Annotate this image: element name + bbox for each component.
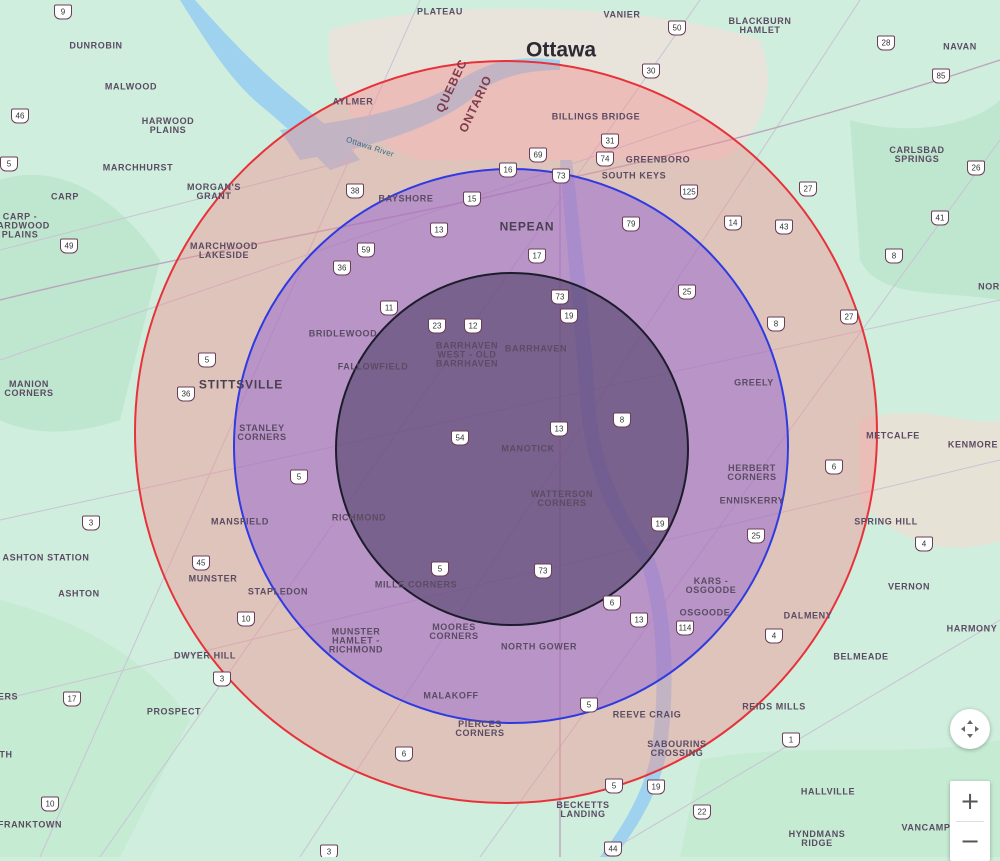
route-shield: 19 — [560, 308, 578, 324]
map-canvas[interactable]: Ottawa Ottawa River QUEBEC ONTARIO PLATE… — [0, 0, 1000, 857]
route-shield: 125 — [680, 184, 698, 200]
route-shield: 46 — [11, 108, 29, 124]
map-base-layer — [0, 0, 1000, 857]
route-shield: 13 — [430, 222, 448, 238]
route-shield: 9 — [54, 4, 72, 20]
route-shield: 17 — [528, 248, 546, 264]
route-shield: 8 — [613, 412, 631, 428]
route-shield: 3 — [320, 844, 338, 857]
route-shield: 3 — [82, 515, 100, 531]
route-shield: 27 — [840, 309, 858, 325]
route-shield: 36 — [333, 260, 351, 276]
route-shield: 28 — [877, 35, 895, 51]
route-shield: 22 — [693, 804, 711, 820]
route-shield: 73 — [534, 563, 552, 579]
recenter-icon — [961, 720, 979, 738]
route-shield: 36 — [177, 386, 195, 402]
route-shield: 73 — [552, 168, 570, 184]
route-shield: 45 — [192, 555, 210, 571]
route-shield: 41 — [931, 210, 949, 226]
route-shield: 19 — [647, 779, 665, 795]
route-shield: 13 — [630, 612, 648, 628]
route-shield: 5 — [431, 561, 449, 577]
route-shield: 5 — [580, 697, 598, 713]
route-shield: 8 — [885, 248, 903, 264]
route-shield: 11 — [380, 300, 398, 316]
route-shield: 74 — [596, 151, 614, 167]
route-shield: 6 — [825, 459, 843, 475]
route-shield: 38 — [346, 183, 364, 199]
route-shield: 50 — [668, 20, 686, 36]
route-shield: 26 — [967, 160, 985, 176]
route-shield: 15 — [463, 191, 481, 207]
route-shield: 4 — [765, 628, 783, 644]
route-shield: 79 — [622, 216, 640, 232]
route-shield: 30 — [642, 63, 660, 79]
route-shield: 23 — [428, 318, 446, 334]
route-shield: 19 — [651, 516, 669, 532]
route-shield: 69 — [529, 147, 547, 163]
route-shield: 13 — [550, 421, 568, 437]
route-shield: 10 — [41, 796, 59, 812]
route-shield: 6 — [603, 595, 621, 611]
route-shield: 54 — [451, 430, 469, 446]
route-shield: 8 — [767, 316, 785, 332]
route-shield: 43 — [775, 219, 793, 235]
route-shield: 44 — [604, 841, 622, 857]
inner-radius-ring — [335, 272, 689, 626]
route-shield: 27 — [799, 181, 817, 197]
zoom-in-button[interactable]: + — [950, 781, 990, 821]
zoom-out-button[interactable]: − — [950, 821, 990, 861]
route-shield: 49 — [60, 238, 78, 254]
route-shield: 12 — [464, 318, 482, 334]
route-shield: 1 — [782, 732, 800, 748]
route-shield: 25 — [678, 284, 696, 300]
route-shield: 5 — [605, 778, 623, 794]
zoom-control: + − — [950, 781, 990, 861]
route-shield: 5 — [290, 469, 308, 485]
forest-area — [850, 100, 1000, 300]
route-shield: 6 — [395, 746, 413, 762]
route-shield: 114 — [676, 620, 694, 636]
route-shield: 14 — [724, 215, 742, 231]
route-shield: 10 — [237, 611, 255, 627]
route-shield: 4 — [915, 536, 933, 552]
route-shield: 5 — [0, 156, 18, 172]
recenter-button[interactable] — [950, 709, 990, 749]
route-shield: 3 — [213, 671, 231, 687]
route-shield: 73 — [551, 289, 569, 305]
route-shield: 25 — [747, 528, 765, 544]
route-shield: 59 — [357, 242, 375, 258]
route-shield: 17 — [63, 691, 81, 707]
route-shield: 85 — [932, 68, 950, 84]
route-shield: 5 — [198, 352, 216, 368]
route-shield: 16 — [499, 162, 517, 178]
route-shield: 31 — [601, 133, 619, 149]
